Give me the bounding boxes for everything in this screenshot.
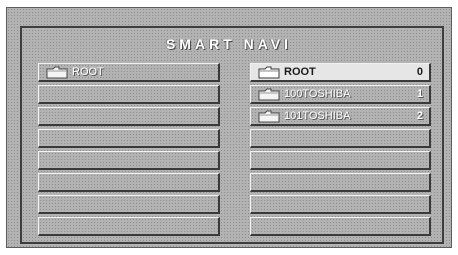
folder-icon bbox=[258, 110, 280, 123]
left-list-item-empty bbox=[38, 195, 220, 214]
list-item-label: ROOT bbox=[284, 66, 316, 78]
list-item-number: 0 bbox=[416, 66, 423, 78]
left-list-item-empty bbox=[38, 85, 220, 104]
left-list-item-empty bbox=[38, 151, 220, 170]
left-folder-list: ROOT bbox=[38, 63, 220, 239]
right-list-item-empty bbox=[250, 129, 431, 148]
folder-icon bbox=[258, 88, 280, 101]
right-folder-list: ROOT 0 100TOSHIBA 1 101TOSHIBA 2 bbox=[250, 63, 431, 239]
right-list-item-100toshiba[interactable]: 100TOSHIBA 1 bbox=[250, 85, 431, 104]
right-list-item-empty bbox=[250, 195, 431, 214]
list-item-number: 1 bbox=[416, 88, 423, 100]
left-list-item-empty bbox=[38, 173, 220, 192]
left-list-item-root[interactable]: ROOT bbox=[38, 63, 220, 82]
right-list-item-root[interactable]: ROOT 0 bbox=[250, 63, 431, 82]
left-list-item-empty bbox=[38, 129, 220, 148]
right-list-item-101toshiba[interactable]: 101TOSHIBA 2 bbox=[250, 107, 431, 126]
window-title: SMART NAVI bbox=[165, 36, 293, 52]
list-item-label: 100TOSHIBA bbox=[284, 88, 351, 100]
list-item-number: 2 bbox=[416, 110, 423, 122]
list-item-label: 101TOSHIBA bbox=[284, 110, 351, 122]
left-list-item-empty bbox=[38, 217, 220, 236]
right-list-item-empty bbox=[250, 173, 431, 192]
folder-icon bbox=[258, 66, 280, 79]
folder-icon bbox=[46, 66, 68, 79]
right-list-item-empty bbox=[250, 217, 431, 236]
right-list-item-empty bbox=[250, 151, 431, 170]
left-list-item-empty bbox=[38, 107, 220, 126]
list-item-label: ROOT bbox=[72, 66, 104, 78]
